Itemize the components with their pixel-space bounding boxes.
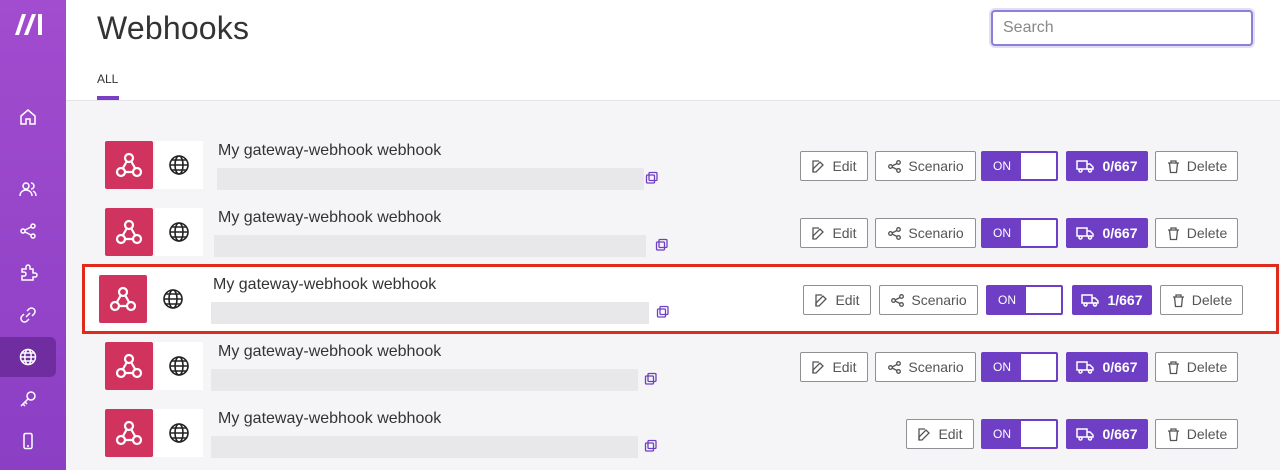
- globe-icon: [155, 342, 203, 390]
- scenario-button[interactable]: Scenario: [879, 285, 978, 315]
- webhook-icon: [105, 208, 153, 256]
- webhook-icon: [105, 342, 153, 390]
- webhook-url: [211, 302, 649, 324]
- webhook-row: My gateway-webhook webhook Edit Scenario…: [105, 141, 1245, 203]
- active-toggle[interactable]: ON: [981, 218, 1058, 248]
- active-toggle[interactable]: ON: [981, 352, 1058, 382]
- webhook-url: [217, 168, 644, 190]
- webhook-row: My gateway-webhook webhook Edit Scenario…: [105, 208, 1245, 270]
- webhook-url: [214, 235, 646, 257]
- delete-button[interactable]: Delete: [1155, 218, 1238, 248]
- edit-label: Edit: [835, 292, 860, 308]
- search-input[interactable]: [991, 10, 1253, 46]
- toggle-on-label: ON: [983, 220, 1021, 246]
- globe-icon: [155, 409, 203, 457]
- webhook-row: My gateway-webhook webhook Edit Scenario…: [105, 342, 1245, 404]
- page-header: Webhooks ALL: [66, 0, 1280, 101]
- edit-button[interactable]: Edit: [800, 151, 868, 181]
- operations-count: 1/667: [1107, 292, 1143, 308]
- webhook-name: My gateway-webhook webhook: [218, 343, 442, 360]
- delete-label: Delete: [1186, 225, 1228, 241]
- edit-button[interactable]: Edit: [906, 419, 974, 449]
- toggle-on-label: ON: [983, 153, 1021, 179]
- operations-count: 0/667: [1102, 225, 1138, 241]
- operations-badge[interactable]: 0/667: [1066, 419, 1148, 449]
- operations-badge[interactable]: 0/667: [1066, 151, 1148, 181]
- toggle-on-label: ON: [988, 287, 1026, 313]
- webhook-name: My gateway-webhook webhook: [218, 209, 442, 226]
- edit-label: Edit: [832, 158, 857, 174]
- share-icon[interactable]: [0, 211, 56, 251]
- edit-label: Edit: [938, 426, 963, 442]
- operations-count: 0/667: [1102, 426, 1138, 442]
- scenario-label: Scenario: [908, 225, 964, 241]
- delete-button[interactable]: Delete: [1155, 151, 1238, 181]
- webhook-name: My gateway-webhook webhook: [213, 276, 437, 293]
- webhook-name: My gateway-webhook webhook: [218, 142, 442, 159]
- tab-active-indicator: [97, 96, 119, 100]
- globe-icon[interactable]: [0, 337, 56, 377]
- webhook-icon: [105, 141, 153, 189]
- scenario-label: Scenario: [908, 158, 964, 174]
- webhook-name: My gateway-webhook webhook: [218, 410, 442, 427]
- operations-count: 0/667: [1102, 359, 1138, 375]
- delete-button[interactable]: Delete: [1155, 352, 1238, 382]
- copy-icon[interactable]: [645, 171, 659, 185]
- globe-icon: [149, 275, 197, 323]
- webhook-url: [211, 436, 638, 458]
- users-icon[interactable]: [0, 169, 56, 209]
- operations-badge[interactable]: 1/667: [1072, 285, 1152, 315]
- globe-icon: [155, 141, 203, 189]
- edit-button[interactable]: Edit: [800, 352, 868, 382]
- scenario-button[interactable]: Scenario: [875, 352, 976, 382]
- delete-button[interactable]: Delete: [1155, 419, 1238, 449]
- make-logo[interactable]: [12, 10, 48, 38]
- copy-icon[interactable]: [644, 372, 658, 386]
- toggle-on-label: ON: [983, 354, 1021, 380]
- operations-badge[interactable]: 0/667: [1066, 218, 1148, 248]
- page-title: Webhooks: [97, 10, 250, 46]
- scenario-label: Scenario: [908, 359, 964, 375]
- link-icon[interactable]: [0, 295, 56, 335]
- webhook-row: My gateway-webhook webhook Edit ON 0/667…: [105, 409, 1245, 470]
- key-icon[interactable]: [0, 379, 56, 419]
- active-toggle[interactable]: ON: [981, 151, 1058, 181]
- active-toggle[interactable]: ON: [986, 285, 1063, 315]
- edit-label: Edit: [832, 359, 857, 375]
- copy-icon[interactable]: [644, 439, 658, 453]
- scenario-label: Scenario: [911, 292, 967, 308]
- edit-label: Edit: [832, 225, 857, 241]
- webhook-icon: [99, 275, 147, 323]
- toggle-on-label: ON: [983, 421, 1021, 447]
- scenario-button[interactable]: Scenario: [875, 218, 976, 248]
- copy-icon[interactable]: [655, 238, 669, 252]
- operations-count: 0/667: [1102, 158, 1138, 174]
- edit-button[interactable]: Edit: [800, 218, 868, 248]
- edit-button[interactable]: Edit: [803, 285, 871, 315]
- delete-button[interactable]: Delete: [1160, 285, 1243, 315]
- sidebar: [0, 0, 66, 470]
- puzzle-icon[interactable]: [0, 253, 56, 293]
- operations-badge[interactable]: 0/667: [1066, 352, 1148, 382]
- scenario-button[interactable]: Scenario: [875, 151, 976, 181]
- delete-label: Delete: [1186, 426, 1228, 442]
- copy-icon[interactable]: [656, 305, 670, 319]
- tab-all[interactable]: ALL: [97, 72, 118, 86]
- globe-icon: [155, 208, 203, 256]
- webhook-icon: [105, 409, 153, 457]
- delete-label: Delete: [1186, 359, 1228, 375]
- home-icon[interactable]: [0, 97, 56, 137]
- mobile-icon[interactable]: [0, 421, 56, 461]
- delete-label: Delete: [1186, 158, 1228, 174]
- webhook-row-selected: My gateway-webhook webhook Edit Scenario…: [99, 275, 1249, 337]
- delete-label: Delete: [1191, 292, 1233, 308]
- active-toggle[interactable]: ON: [981, 419, 1058, 449]
- webhook-url: [211, 369, 638, 391]
